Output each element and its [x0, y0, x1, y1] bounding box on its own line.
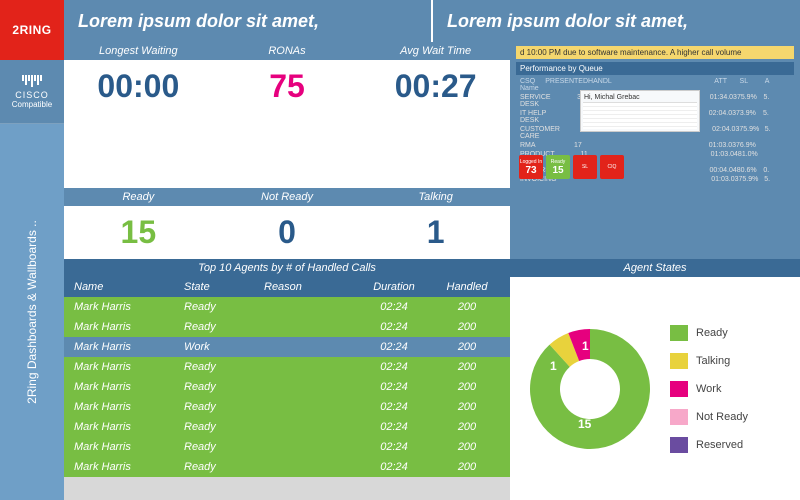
- table-row[interactable]: Mark HarrisReady02:24200: [64, 437, 510, 457]
- cisco-compat: Compatible: [12, 100, 52, 109]
- kpi-ronas: 75: [213, 68, 362, 105]
- kpi-longest-waiting: 00:00: [64, 68, 213, 105]
- header-left: Lorem ipsum dolor sit amet,: [64, 0, 433, 42]
- app-root: 2RING CISCO Compatible 2Ring Dashboards …: [0, 0, 800, 500]
- states-title: Agent States: [510, 259, 800, 277]
- table-row[interactable]: Mark HarrisWork02:24200: [64, 337, 510, 357]
- status-badge: Logged In73: [519, 155, 543, 179]
- legend-item: Talking: [670, 353, 790, 369]
- sidebar: 2RING CISCO Compatible 2Ring Dashboards …: [0, 0, 64, 500]
- table-row[interactable]: Mark HarrisReady02:24200: [64, 397, 510, 417]
- kpi-block-2: Ready Not Ready Talking 15 0 1: [64, 188, 510, 259]
- legend: Ready Talking Work Not Ready Reserved: [660, 325, 790, 453]
- donut-chart: 15 1 1: [520, 319, 660, 459]
- bottom-row: Top 10 Agents by # of Handled Calls Name…: [64, 259, 800, 500]
- table-header: NameStateReasonDurationHandled: [64, 277, 510, 297]
- cisco-icon: [22, 75, 42, 87]
- agent-states-panel: Agent States 15 1 1 Ready Talking Work Not …: [510, 259, 800, 500]
- table-row[interactable]: Mark HarrisReady02:24200: [64, 417, 510, 437]
- legend-item: Work: [670, 381, 790, 397]
- kpi-label: RONAs: [213, 42, 362, 60]
- logo-cisco: CISCO Compatible: [0, 60, 64, 124]
- kpi-ready: 15: [64, 214, 213, 251]
- status-badge: SL: [573, 155, 597, 179]
- agent-popup: Hi, Michal Grebac: [580, 90, 700, 132]
- kpi-avg-wait: 00:27: [361, 68, 510, 105]
- donut-label-ready: 15: [578, 417, 591, 431]
- legend-item: Not Ready: [670, 409, 790, 425]
- perf-panel-lower: [510, 188, 800, 259]
- table-row[interactable]: Mark HarrisReady02:24200: [64, 357, 510, 377]
- kpi-label: Longest Waiting: [64, 42, 213, 60]
- kpi-row-1: Longest Waiting RONAs Avg Wait Time 00:0…: [64, 42, 800, 188]
- table-row[interactable]: Mark HarrisReady02:24200: [64, 297, 510, 317]
- kpi-block-1: Longest Waiting RONAs Avg Wait Time 00:0…: [64, 42, 510, 188]
- donut-label-work: 1: [550, 359, 557, 373]
- header-right: Lorem ipsum dolor sit amet,: [433, 0, 800, 42]
- kpi-not-ready: 0: [213, 214, 362, 251]
- sidebar-title: 2Ring Dashboards & Wallboards ..: [0, 124, 64, 500]
- kpi-label: Not Ready: [213, 188, 362, 206]
- perf-title: Performance by Queue: [516, 62, 794, 75]
- performance-panel: d 10:00 PM due to software maintenance. …: [510, 42, 800, 188]
- kpi-row-2: Ready Not Ready Talking 15 0 1: [64, 188, 800, 259]
- logo-2ring: 2RING: [0, 0, 64, 60]
- legend-item: Ready: [670, 325, 790, 341]
- kpi-label: Avg Wait Time: [361, 42, 510, 60]
- kpi-label: Ready: [64, 188, 213, 206]
- legend-item: Reserved: [670, 437, 790, 453]
- table-row[interactable]: Mark HarrisReady02:24200: [64, 377, 510, 397]
- cisco-brand: CISCO: [15, 90, 49, 100]
- status-badge: Ready15: [546, 155, 570, 179]
- perf-row: RMA1701:03.0376.9%: [516, 141, 794, 150]
- main-content: Lorem ipsum dolor sit amet, Lorem ipsum …: [64, 0, 800, 500]
- table-row[interactable]: Mark HarrisReady02:24200: [64, 457, 510, 477]
- agents-table: Top 10 Agents by # of Handled Calls Name…: [64, 259, 510, 500]
- chart-area: 15 1 1 Ready Talking Work Not Ready Reserved: [510, 277, 800, 500]
- header-row: Lorem ipsum dolor sit amet, Lorem ipsum …: [64, 0, 800, 42]
- donut-label-talking: 1: [582, 339, 589, 353]
- status-badge: CIQ: [600, 155, 624, 179]
- ticker: d 10:00 PM due to software maintenance. …: [516, 46, 794, 59]
- kpi-label: Talking: [361, 188, 510, 206]
- kpi-talking: 1: [361, 214, 510, 251]
- agents-title: Top 10 Agents by # of Handled Calls: [64, 259, 510, 277]
- table-row[interactable]: Mark HarrisReady02:24200: [64, 317, 510, 337]
